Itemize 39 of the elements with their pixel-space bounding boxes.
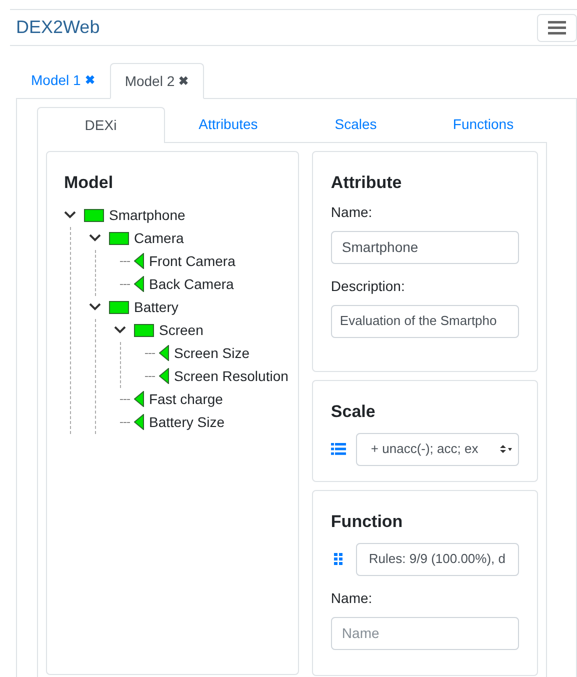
scale-heading: Scale (330, 401, 376, 423)
tree-item[interactable]: Fast charge (149, 388, 223, 410)
tree-item[interactable]: Battery Size (149, 412, 224, 432)
scale-select[interactable]: + unacc(-); acc; ex (356, 432, 519, 466)
name-field[interactable]: Name (330, 616, 519, 650)
chevron-down-icon[interactable] (114, 326, 126, 334)
menu-button[interactable] (537, 14, 577, 42)
tree-item[interactable]: Smartphone (109, 204, 186, 226)
attribute-heading: Attribute (330, 172, 403, 194)
chevron-down-icon[interactable] (89, 234, 101, 242)
tree-item[interactable]: Front Camera (149, 250, 236, 272)
name-label: Name: (330, 588, 374, 608)
view-tab[interactable]: Attributes (164, 107, 292, 143)
name-field[interactable]: Smartphone (330, 230, 519, 264)
view-tab[interactable]: Scales (292, 107, 420, 143)
model-heading: Model (64, 172, 114, 194)
brand-title[interactable]: DEX2Web (16, 14, 100, 41)
tree-item[interactable]: Back Camera (149, 274, 234, 294)
list-icon[interactable] (330, 443, 346, 455)
close-icon[interactable]: ✖ (84, 71, 95, 89)
name-label: Name: (330, 202, 374, 222)
menu-icon (548, 20, 566, 34)
view-tab[interactable]: DEXi (37, 107, 164, 143)
tree-item[interactable]: Battery (134, 296, 178, 318)
chevron-down-icon[interactable] (64, 211, 76, 219)
tree-item[interactable]: Screen Resolution (174, 366, 288, 386)
view-tab[interactable]: Functions (420, 107, 547, 143)
tree-item[interactable]: Screen Size (174, 342, 250, 364)
tree-item[interactable]: Camera (134, 228, 184, 248)
model-tab[interactable]: Model 1 ✖ (16, 62, 110, 98)
model-tab[interactable]: Model 2 ✖ (110, 63, 204, 99)
chevron-down-icon[interactable] (89, 303, 101, 311)
close-icon[interactable]: ✖ (178, 72, 189, 90)
description-field[interactable]: Evaluation of the Smartpho (330, 304, 519, 338)
tree-item[interactable]: Screen (159, 320, 204, 340)
description-label: Description: (330, 276, 406, 296)
dropdown-icon (500, 444, 512, 454)
function-field[interactable]: Rules: 9/9 (100.00%), d (356, 542, 519, 576)
function-heading: Function (330, 511, 404, 533)
